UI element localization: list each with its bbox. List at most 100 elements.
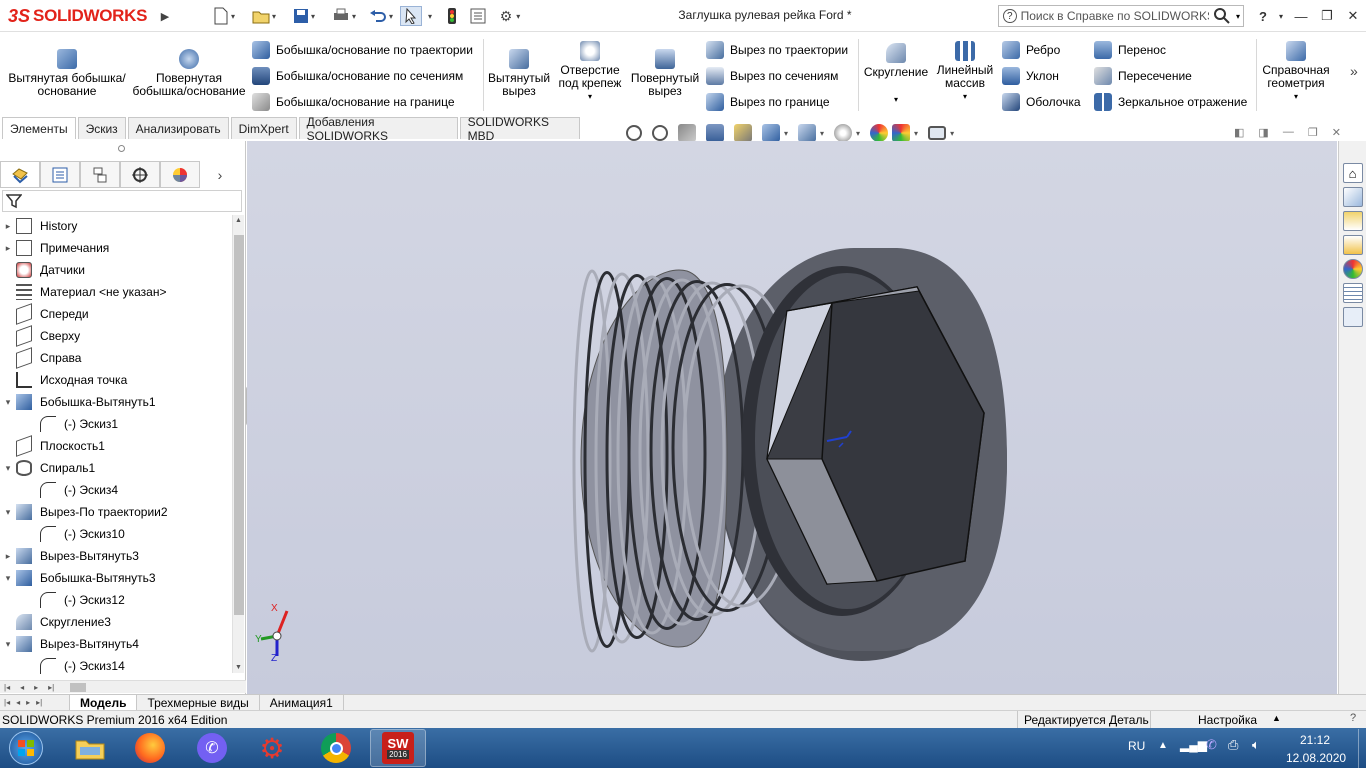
- feature-manager-tab[interactable]: [0, 161, 40, 188]
- property-manager-tab[interactable]: [40, 161, 80, 188]
- tree-node[interactable]: (-) Эскиз10: [0, 523, 232, 545]
- linear-pattern-button[interactable]: Линейный массив ▾: [932, 41, 998, 103]
- view-orientation-dropdown-icon[interactable]: ▾: [784, 129, 788, 138]
- select-arrow-icon[interactable]: [400, 6, 422, 26]
- revolved-boss-button[interactable]: Повернутая бобышка/основание: [130, 49, 248, 98]
- model-tab-scroll[interactable]: |◂ ◂ ▸ ▸|: [0, 694, 70, 711]
- save-icon[interactable]: ▾: [286, 6, 322, 26]
- solidworks-logo[interactable]: 3S SOLIDWORKS: [8, 4, 153, 28]
- tab-dimxpert[interactable]: DimXpert: [230, 117, 297, 139]
- help-search-input[interactable]: Поиск в Справке по SOLIDWORKS: [1021, 9, 1209, 23]
- viewport-close-icon[interactable]: ✕: [1332, 126, 1341, 142]
- tab-sketch[interactable]: Эскиз: [77, 117, 126, 139]
- threaded-plug-model[interactable]: X Y Z: [247, 141, 1337, 694]
- panel-splitter-handle[interactable]: [118, 145, 125, 152]
- rebuild-icon[interactable]: [442, 6, 462, 26]
- menu-expand-icon[interactable]: ▶: [158, 6, 172, 26]
- zoom-to-area-icon[interactable]: [652, 125, 668, 141]
- tab-evaluate[interactable]: Анализировать: [127, 117, 229, 139]
- tree-node[interactable]: ▸ Вырез-Вытянуть3: [0, 545, 232, 567]
- expand-arrow-icon[interactable]: ▾: [0, 639, 16, 650]
- swept-cut-button[interactable]: Вырез по траектории: [706, 38, 856, 62]
- swept-boss-button[interactable]: Бобышка/основание по траектории: [252, 38, 480, 62]
- tab-mbd[interactable]: SOLIDWORKS MBD: [459, 115, 580, 143]
- tree-node[interactable]: (-) Эскиз12: [0, 589, 232, 611]
- clock-date[interactable]: 12.08.2020: [1286, 751, 1346, 765]
- minimize-icon[interactable]: —: [1290, 6, 1312, 26]
- undo-icon[interactable]: ▾: [364, 6, 398, 26]
- view-settings-icon[interactable]: [928, 126, 947, 140]
- scroll-down-icon[interactable]: ▼: [235, 664, 242, 671]
- display-style-icon[interactable]: [798, 124, 817, 142]
- reference-geometry-button[interactable]: Справочная геометрия ▾: [1260, 41, 1332, 103]
- new-document-icon[interactable]: ▾: [206, 6, 242, 26]
- panel-tabs-more-icon[interactable]: ›: [200, 161, 240, 188]
- status-custom-units[interactable]: Настройка: [1198, 713, 1257, 727]
- hscroll-right-icon[interactable]: ▸: [34, 683, 38, 692]
- rib-button[interactable]: Ребро: [1002, 38, 1088, 62]
- edit-appearance-icon[interactable]: [870, 124, 889, 142]
- options-gear-icon[interactable]: ⚙ ▾: [494, 6, 526, 26]
- tree-node[interactable]: Исходная точка: [0, 369, 232, 391]
- extruded-boss-button[interactable]: Вытянутая бобышка/основание: [6, 49, 128, 98]
- graphics-area[interactable]: X Y Z: [247, 141, 1337, 694]
- file-properties-icon[interactable]: [468, 6, 488, 26]
- view-settings-dropdown-icon[interactable]: ▾: [950, 129, 954, 138]
- viewport-restore-icon[interactable]: ❐: [1308, 126, 1318, 142]
- hscroll-first-icon[interactable]: |◂: [4, 683, 10, 692]
- tab-scroll-right-icon[interactable]: ▸: [26, 698, 30, 707]
- status-help-icon[interactable]: ?: [1350, 712, 1356, 724]
- apply-scene-icon[interactable]: [892, 124, 911, 142]
- help-dropdown-icon[interactable]: ▾: [1270, 6, 1292, 26]
- tree-node[interactable]: Скругление3: [0, 611, 232, 633]
- tab-scroll-last-icon[interactable]: ▸|: [36, 698, 42, 707]
- view-orientation-icon[interactable]: [762, 124, 780, 142]
- display-style-dropdown-icon[interactable]: ▾: [820, 129, 824, 138]
- restore-icon[interactable]: ❐: [1316, 6, 1338, 26]
- expand-arrow-icon[interactable]: ▸: [0, 243, 16, 254]
- intersect-button[interactable]: Пересечение: [1094, 64, 1254, 88]
- collapse-left-icon[interactable]: ◧: [1234, 126, 1244, 142]
- solidworks-resources-home-icon[interactable]: ⌂: [1342, 163, 1363, 183]
- tree-node[interactable]: ▾ Спираль1: [0, 457, 232, 479]
- hide-show-dropdown-icon[interactable]: ▾: [856, 129, 860, 138]
- design-library-icon[interactable]: [1342, 187, 1363, 207]
- volume-icon[interactable]: 🔈︎: [1252, 737, 1260, 753]
- hscroll-left-icon[interactable]: ◂: [20, 683, 24, 692]
- revolved-cut-button[interactable]: Повернутый вырез: [630, 49, 700, 98]
- tab-motion-study[interactable]: Анимация1: [260, 694, 344, 711]
- tree-horizontal-scrollbar[interactable]: |◂ ◂ ▸ ▸|: [0, 680, 246, 693]
- hide-show-items-icon[interactable]: [834, 124, 853, 142]
- tree-vertical-scrollbar[interactable]: ▲ ▼: [232, 215, 244, 673]
- tray-expand-icon[interactable]: ▲: [1158, 740, 1168, 751]
- tree-node[interactable]: Сверху: [0, 325, 232, 347]
- scroll-up-icon[interactable]: ▲: [235, 217, 242, 224]
- section-view-icon[interactable]: [706, 124, 724, 142]
- tab-scroll-first-icon[interactable]: |◂: [4, 698, 10, 707]
- custom-properties-icon[interactable]: [1342, 283, 1363, 303]
- print-icon[interactable]: ▾: [326, 6, 362, 26]
- tree-node[interactable]: ▾ Бобышка-Вытянуть3: [0, 567, 232, 589]
- lofted-cut-button[interactable]: Вырез по сечениям: [706, 64, 856, 88]
- tab-model[interactable]: Модель: [70, 694, 138, 711]
- feature-tree-filter[interactable]: [2, 190, 242, 212]
- lofted-boss-button[interactable]: Бобышка/основание по сечениям: [252, 64, 480, 88]
- extruded-cut-button[interactable]: Вытянутый вырез: [488, 49, 550, 98]
- boundary-cut-button[interactable]: Вырез по границе: [706, 90, 856, 114]
- hole-wizard-button[interactable]: Отверстие под крепеж ▾: [554, 41, 626, 103]
- expand-arrow-icon[interactable]: ▾: [0, 463, 16, 474]
- tree-node[interactable]: ▾ Вырез-Вытянуть4: [0, 633, 232, 655]
- expand-arrow-icon[interactable]: ▾: [0, 397, 16, 408]
- tab-scroll-left-icon[interactable]: ◂: [16, 698, 20, 707]
- search-icon[interactable]: [1213, 7, 1230, 25]
- reference-geometry-dropdown-icon[interactable]: ▾: [1294, 90, 1298, 103]
- zoom-to-fit-icon[interactable]: [626, 125, 642, 141]
- units-dropdown-icon[interactable]: ▲: [1272, 713, 1281, 723]
- tree-node[interactable]: (-) Эскиз1: [0, 413, 232, 435]
- taskbar-viber[interactable]: ✆: [184, 729, 240, 767]
- dynamic-annotation-icon[interactable]: [734, 124, 752, 142]
- tree-scroll-thumb[interactable]: [234, 235, 244, 615]
- expand-arrow-icon[interactable]: ▸: [0, 551, 16, 562]
- tree-node[interactable]: (-) Эскиз14: [0, 655, 232, 677]
- ribbon-more-icon[interactable]: »: [1350, 63, 1358, 79]
